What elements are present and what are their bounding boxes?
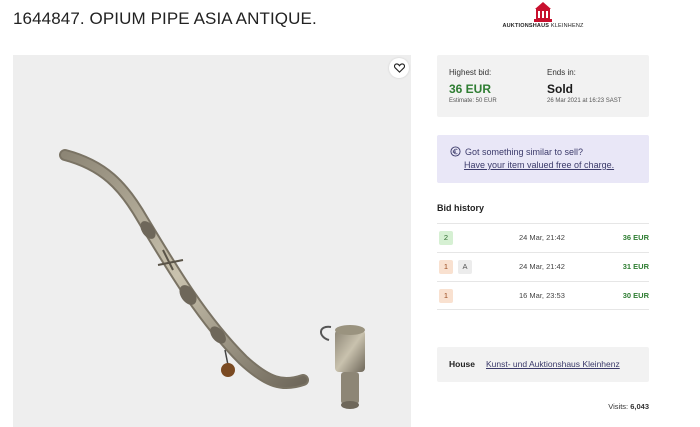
heart-icon (393, 63, 405, 73)
bid-summary-panel: Highest bid: 36 EUR Estimate: 50 EUR End… (437, 55, 649, 117)
building-icon (534, 2, 552, 22)
bidder-badge: 2 (439, 231, 453, 245)
estimate-text: Estimate: 50 EUR (449, 98, 497, 104)
valuation-link[interactable]: Have your item valued free of charge. (464, 160, 614, 170)
highest-bid-label: Highest bid: (449, 68, 492, 77)
bid-date: 24 Mar, 21:42 (519, 262, 565, 271)
lot-title: 1644847. OPIUM PIPE ASIA ANTIQUE. (13, 9, 317, 28)
ends-date: 26 Mar 2021 at 16:23 SAST (547, 98, 622, 104)
bidder-badge: 1 (439, 260, 453, 274)
house-link[interactable]: Kunst- und Auktionshaus Kleinhenz (486, 359, 620, 369)
sell-question: Got something similar to sell? (465, 146, 584, 157)
bid-history-row: 1 A 24 Mar, 21:42 31 EUR (437, 252, 649, 281)
visits-label: Visits: (608, 402, 629, 411)
sell-similar-panel: Got something similar to sell? Have your… (437, 135, 649, 183)
euro-coin-icon (450, 146, 461, 157)
ends-in-block: Ends in: Sold 26 Mar 2021 at 16:23 SAST (547, 68, 621, 104)
bid-history-list: 2 24 Mar, 21:42 36 EUR 1 A 24 Mar, 21:42… (437, 223, 649, 310)
bid-history-row: 2 24 Mar, 21:42 36 EUR (437, 223, 649, 252)
bid-date: 16 Mar, 23:53 (519, 291, 565, 300)
house-label: House (449, 359, 475, 369)
bid-amount: 31 EUR (622, 262, 649, 271)
visits-counter: Visits: 6,043 (608, 402, 649, 411)
bid-history-title: Bid history (437, 203, 485, 213)
lot-photo[interactable] (13, 55, 411, 427)
auction-house-logo[interactable]: AUKTIONSHAUS KLEINHENZ (498, 0, 588, 32)
opium-pipe-image (59, 149, 365, 409)
ends-in-label: Ends in: (547, 68, 576, 77)
bid-amount: 30 EUR (622, 291, 649, 300)
logo-name-light: KLEINHENZ (550, 23, 584, 29)
visits-value: 6,043 (630, 402, 649, 411)
auto-bid-badge: A (458, 260, 472, 274)
favorite-heart-button[interactable] (389, 58, 409, 78)
bid-amount: 36 EUR (622, 233, 649, 242)
bid-history-row: 1 16 Mar, 23:53 30 EUR (437, 281, 649, 310)
auction-house-panel: House Kunst- und Auktionshaus Kleinhenz (437, 347, 649, 382)
bid-date: 24 Mar, 21:42 (519, 233, 565, 242)
logo-name-bold: AUKTIONSHAUS (502, 23, 550, 29)
bidder-badge: 1 (439, 289, 453, 303)
highest-bid-value: 36 EUR (449, 82, 492, 96)
highest-bid-block: Highest bid: 36 EUR Estimate: 50 EUR (449, 68, 497, 104)
ends-in-status: Sold (547, 82, 573, 96)
